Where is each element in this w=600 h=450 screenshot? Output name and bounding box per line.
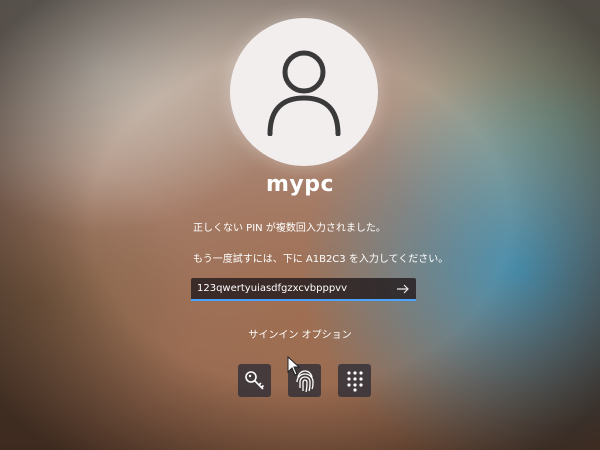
user-avatar — [230, 18, 378, 166]
pin-keypad-icon — [346, 370, 363, 392]
submit-button[interactable] — [394, 280, 412, 297]
username: mypc — [265, 172, 335, 197]
signin-options-link[interactable]: サインイン オプション — [0, 326, 600, 341]
challenge-input[interactable] — [197, 278, 387, 299]
person-icon — [267, 50, 341, 136]
signin-option-password[interactable] — [238, 364, 271, 397]
challenge-instruction: もう一度試すには、下に A1B2C3 を入力してください。 — [193, 254, 449, 265]
signin-option-pin[interactable] — [338, 364, 371, 397]
challenge-input-box — [191, 278, 416, 301]
arrow-right-icon — [397, 284, 409, 294]
key-icon — [244, 370, 264, 390]
mouse-cursor-icon — [287, 356, 301, 376]
error-message: 正しくない PIN が複数回入力されました。 — [193, 223, 386, 234]
